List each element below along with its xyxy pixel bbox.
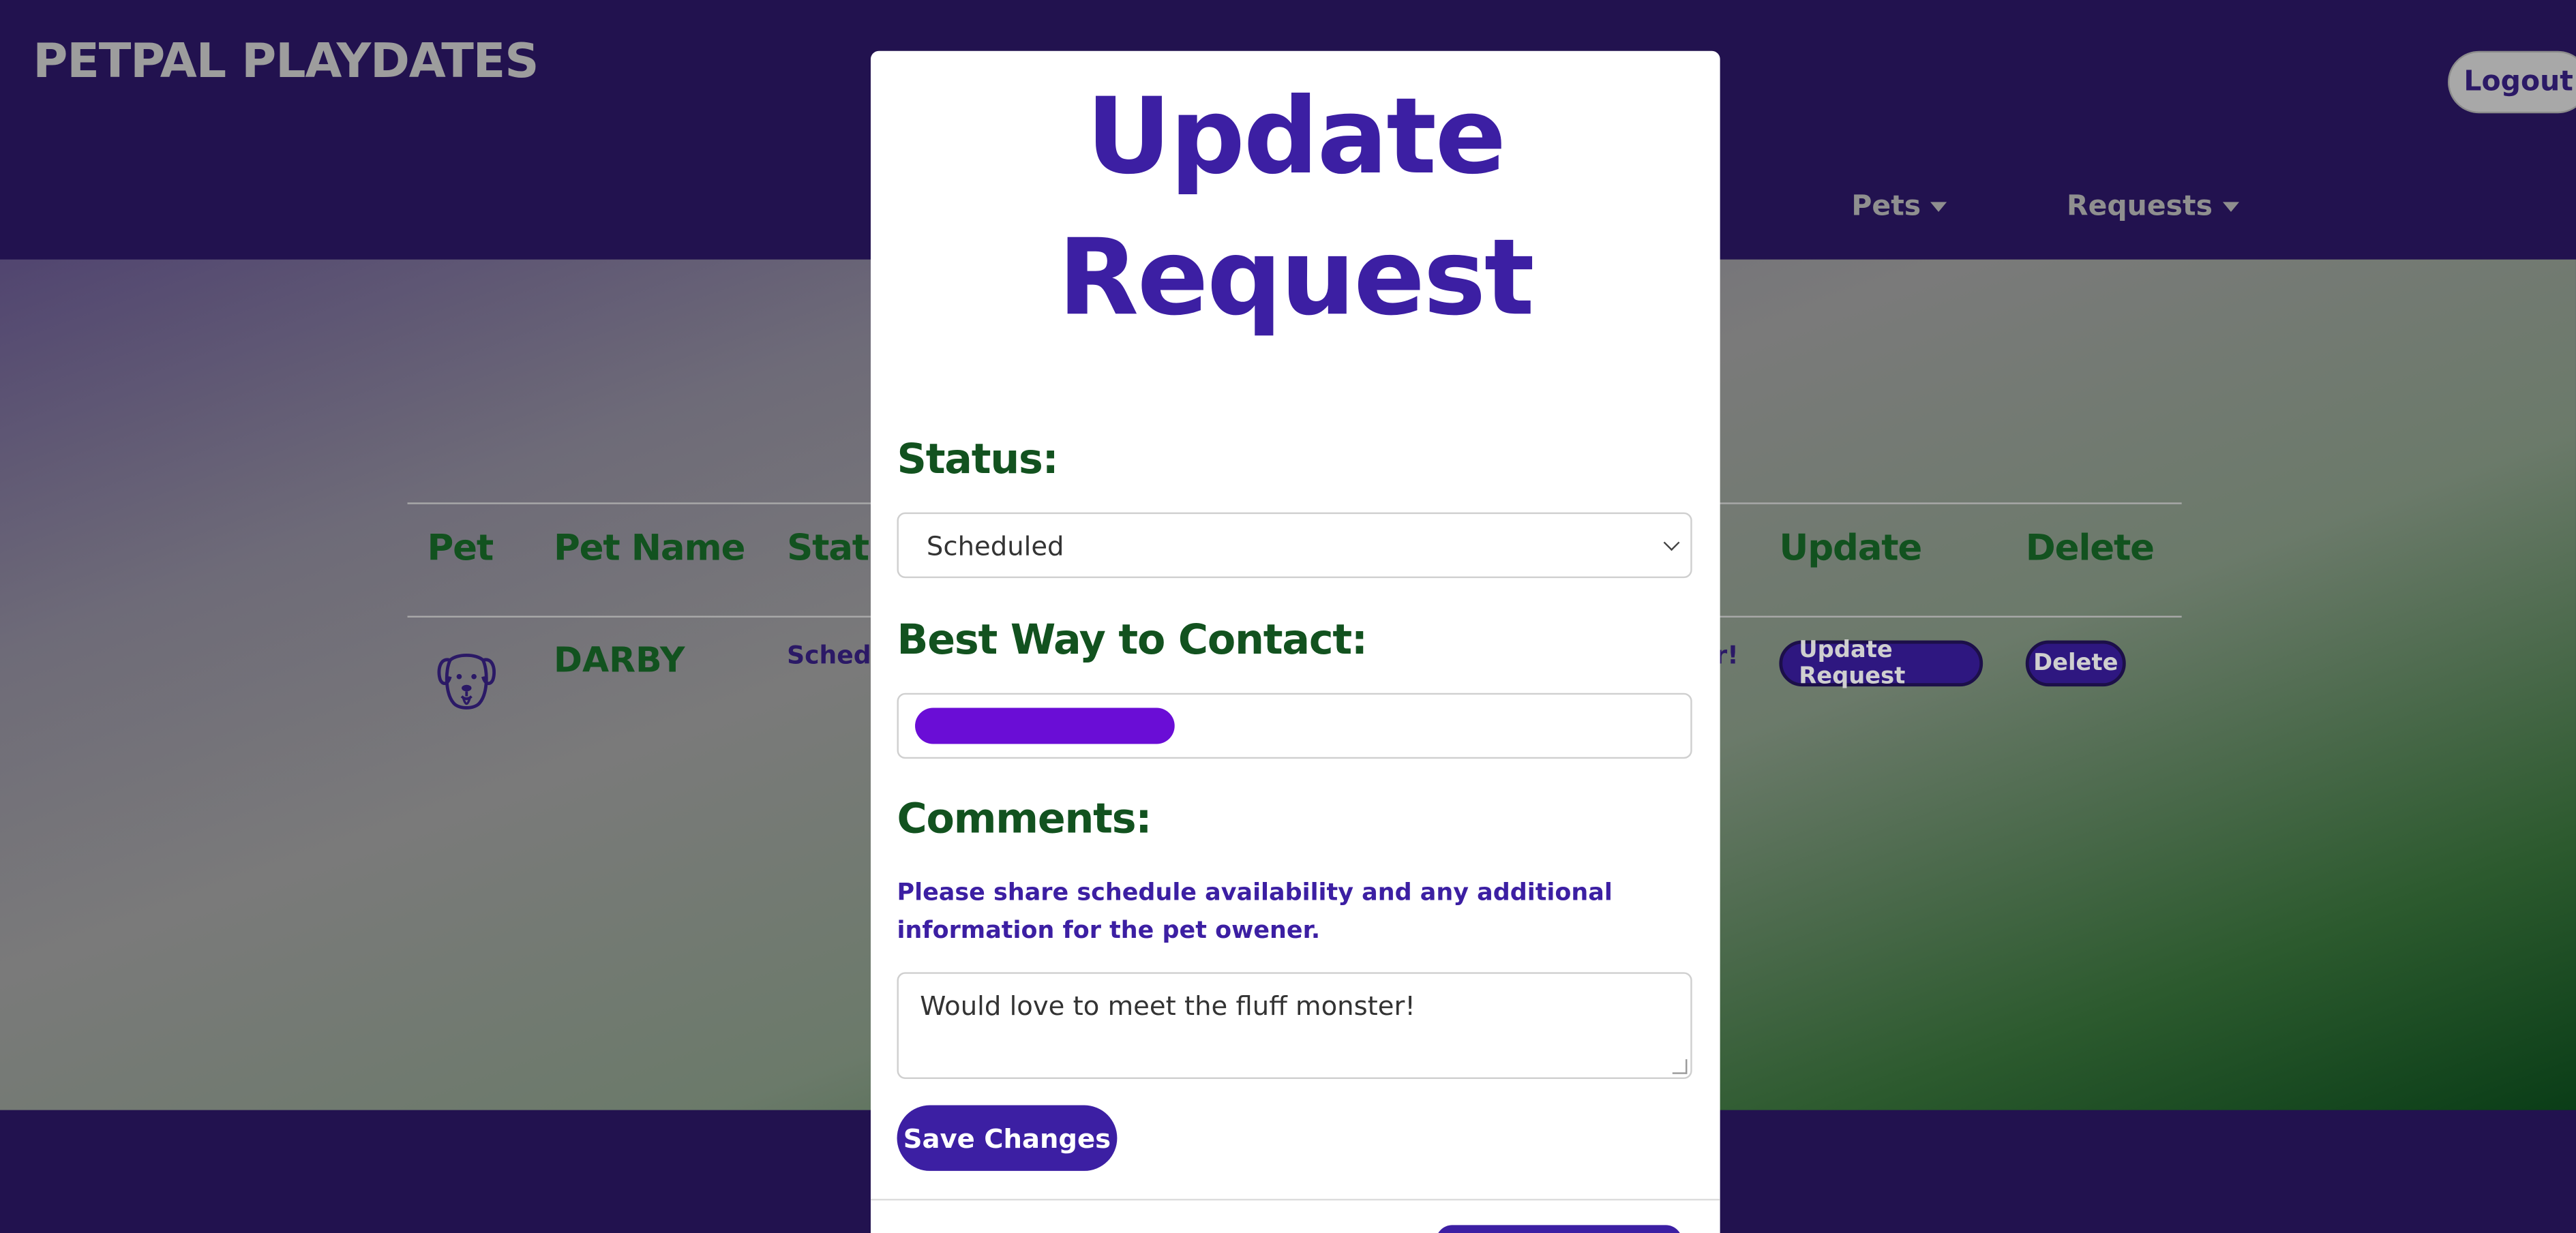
comments-textarea[interactable]: Would love to meet the fluff monster! [897, 972, 1692, 1079]
header-status: Stat [787, 528, 869, 570]
delete-button[interactable]: Delete [2025, 640, 2126, 687]
header-pet: Pet [427, 528, 494, 570]
modal-title: Update Request [1058, 77, 1534, 340]
caret-down-icon [1930, 202, 1947, 212]
logout-button[interactable]: Logout [2448, 50, 2576, 114]
dog-icon [437, 653, 496, 710]
comments-value: Would love to meet the fluff monster! [920, 990, 1416, 1022]
comments-label: Comments: [897, 795, 1152, 843]
update-request-button[interactable]: Update Request [1779, 637, 1983, 690]
update-request-modal: Update Request Status: Scheduled Best Wa… [870, 50, 1720, 1233]
resize-handle-icon[interactable] [1672, 1059, 1688, 1074]
nav-menu-label: Pets [1851, 190, 1921, 224]
comments-help-text: Please share schedule availability and a… [897, 880, 1613, 945]
contact-input[interactable] [897, 692, 1692, 759]
chevron-down-icon [1663, 534, 1680, 551]
header-delete: Delete [2025, 528, 2155, 570]
redaction-mark [915, 707, 1175, 744]
nav-menu-label: Requests [2067, 190, 2213, 224]
nav-menu-pets[interactable]: Pets [1851, 190, 1947, 224]
modal-footer-button[interactable] [1435, 1225, 1683, 1233]
contact-label: Best Way to Contact: [897, 615, 1368, 664]
status-select-value: Scheduled [926, 530, 1064, 561]
header-pet-name: Pet Name [553, 528, 745, 570]
status-label: Status: [897, 435, 1059, 483]
header-update: Update [1779, 528, 1922, 570]
status-select[interactable]: Scheduled [897, 512, 1692, 579]
nav-menu-requests[interactable]: Requests [2067, 190, 2239, 224]
brand-logo[interactable]: PetPal Playdates [33, 33, 539, 89]
caret-down-icon [2222, 202, 2239, 212]
app-root: PetPal Playdates Pets Requests Logout Pe… [0, 0, 2576, 1233]
pet-name-cell: DARBY [553, 640, 685, 680]
modal-footer-divider [870, 1198, 1720, 1201]
save-changes-button[interactable]: Save Changes [897, 1105, 1118, 1171]
